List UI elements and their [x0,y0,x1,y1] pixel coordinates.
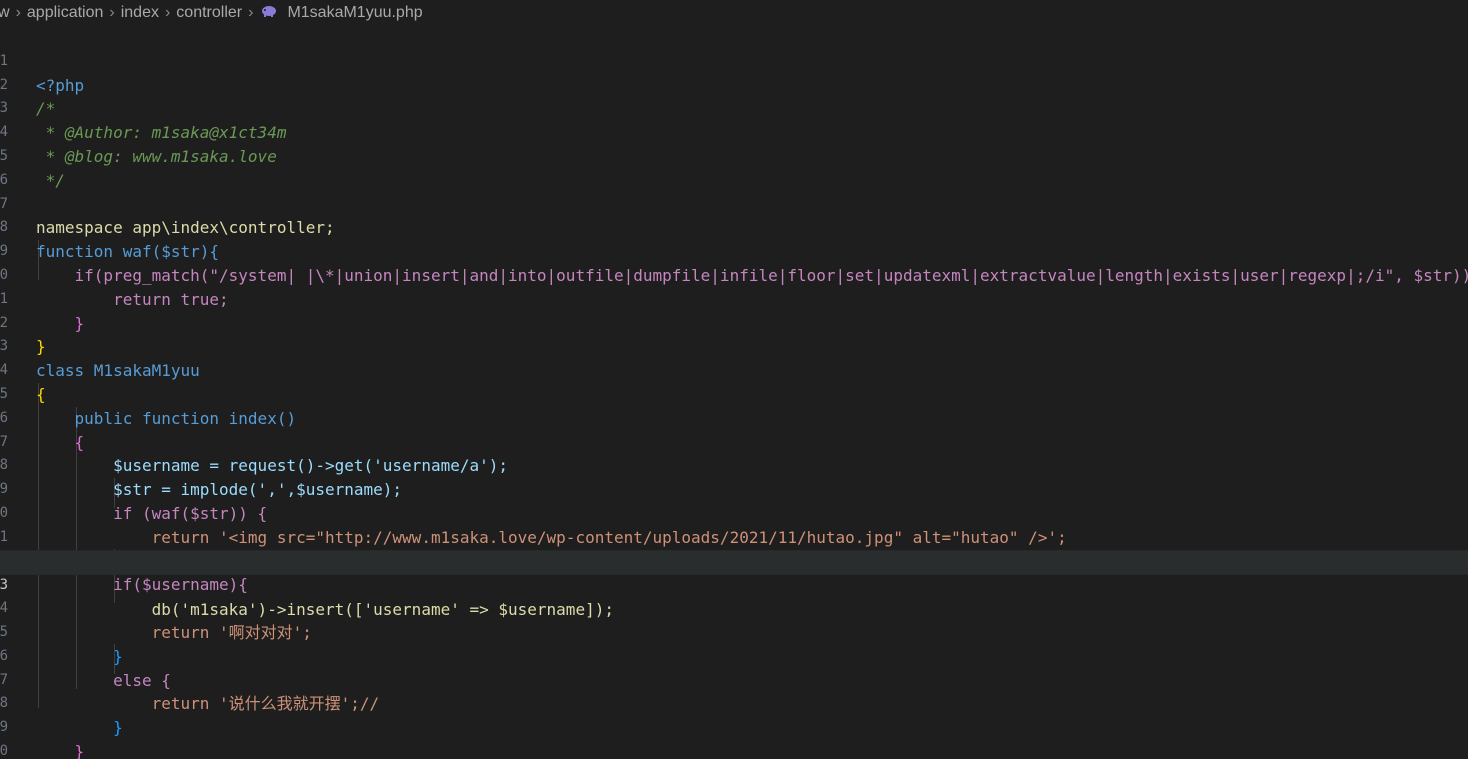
breadcrumb-root[interactable]: w [0,4,10,22]
code-line[interactable]: 8 } [0,669,1468,737]
code-line[interactable]: 6 { [0,383,1468,452]
code-line[interactable]: 2 if($username){ [0,526,1468,595]
line-number: 0 [0,742,8,759]
code-line[interactable]: 9 if(preg_match("/system| |\*|union|inse… [0,216,1468,285]
code-line[interactable]: 1 } [0,264,1468,333]
code-line[interactable]: 3 class M1sakaM1yuu [0,312,1468,380]
code-line[interactable]: 3 * @Author: m1saka@x1ct34m [0,74,1468,142]
code-line[interactable]: 5 */ [0,121,1468,190]
code-line[interactable]: 6 [0,145,1468,188]
code-line[interactable]: 8 function waf($str){ [0,193,1468,261]
breadcrumb-file[interactable]: M1sakaM1yuu.php [287,4,422,22]
chevron-right-icon: › [164,4,171,21]
code-line[interactable]: 0 } [0,716,1468,759]
code-line[interactable]: 5 } [0,597,1468,666]
code-line[interactable]: 9 if (waf($str)) { [0,454,1468,523]
code-line-current[interactable]: 3 db('m1saka')->insert(['username' => $u… [0,549,1468,619]
code-line[interactable]: 6 else { [0,621,1468,690]
code-text: } [36,741,85,759]
code-line[interactable]: 4 * @blog: www.m1saka.love [0,97,1468,166]
code-editor[interactable]: 1 <?php 2 /* 3 * @Author: m1saka@x1ct34m… [0,26,1468,759]
code-line[interactable]: 1 <?php [0,26,1468,95]
code-line[interactable]: 4 return '啊对对对'; [0,573,1468,642]
code-line[interactable]: 0 return true; [0,240,1468,309]
chevron-right-icon: › [248,4,254,21]
code-line[interactable]: 4 { [0,335,1468,404]
code-line[interactable]: 1 } [0,502,1468,571]
breadcrumb-controller[interactable]: controller [176,4,242,22]
code-line[interactable]: 2 /* [0,50,1468,119]
breadcrumb: w › application › index › controller › M… [0,0,1468,26]
code-line[interactable]: 5 public function index() [0,359,1468,428]
code-line[interactable]: 7 namespace app\index\controller; [0,169,1468,238]
code-line[interactable]: 9 } [0,692,1468,759]
code-line[interactable]: 7 $username = request()->get('username/a… [0,407,1468,476]
breadcrumb-application[interactable]: application [27,4,104,22]
code-line[interactable]: 0 return '<img src="http://www.m1saka.lo… [0,478,1468,547]
chevron-right-icon: › [15,4,21,21]
code-line[interactable]: 7 return '说什么我就开摆';// [0,645,1468,714]
chevron-right-icon: › [109,4,115,21]
php-elephant-icon [261,4,277,23]
breadcrumb-index[interactable]: index [121,4,159,22]
code-line[interactable]: 8 $str = implode(',',$username); [0,431,1468,499]
code-line[interactable]: 2 } [0,288,1468,357]
